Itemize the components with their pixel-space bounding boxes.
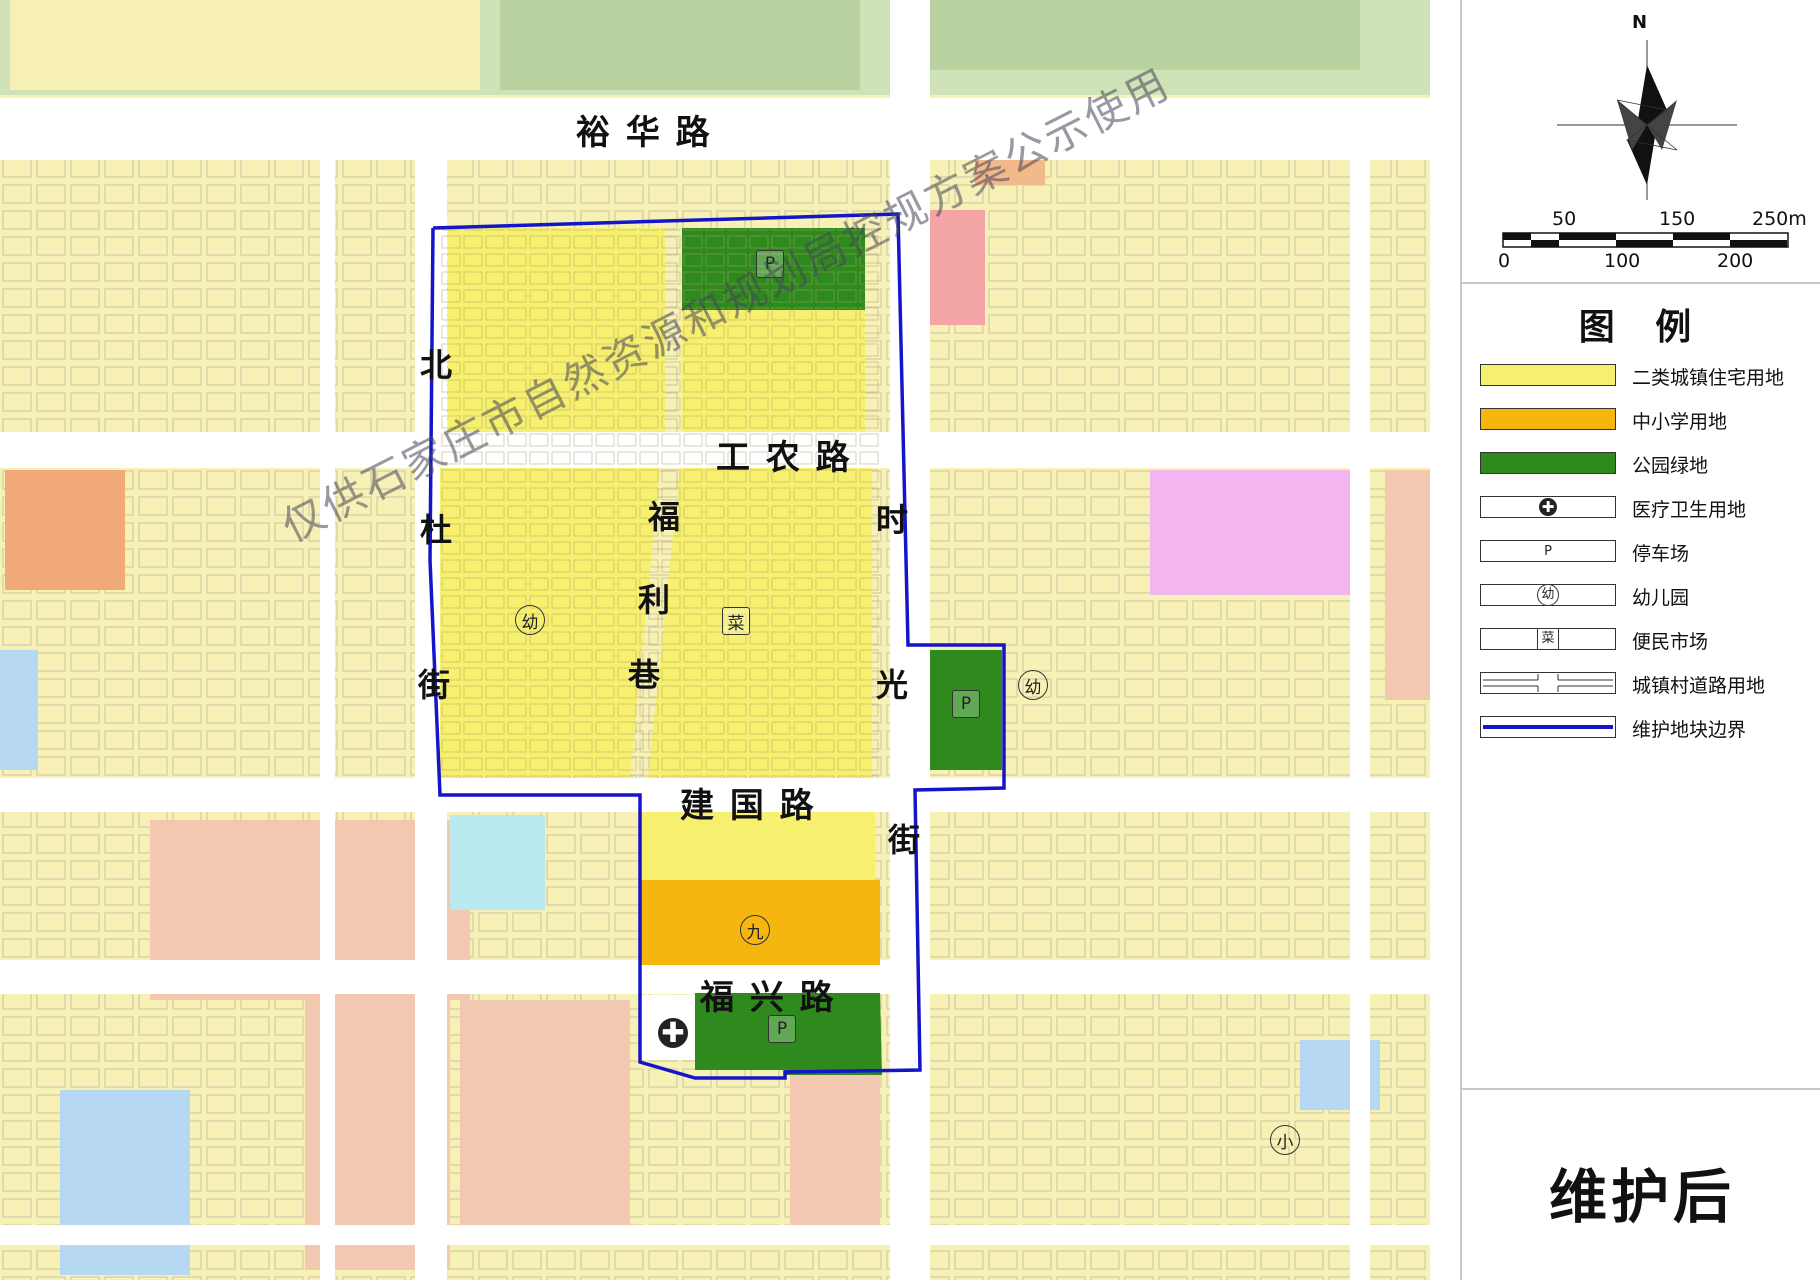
scale-bar xyxy=(1502,232,1789,248)
legend-item-school: 中小学用地 xyxy=(1480,406,1820,434)
road-char-shiguang-2: 光 xyxy=(876,666,909,704)
legend-item-hospital: ✚ 医疗卫生用地 xyxy=(1480,494,1820,522)
kindergarten-marker: 幼 xyxy=(515,605,545,635)
scale-label-0: 0 xyxy=(1498,250,1511,272)
sw-water xyxy=(60,1090,190,1275)
market-marker: 菜 xyxy=(722,607,750,635)
legend-item-road: 城镇村道路用地 xyxy=(1480,670,1820,698)
west-public-parcel xyxy=(5,470,125,590)
primary-school-marker: 小 xyxy=(1270,1125,1300,1155)
scale-label-200: 200 xyxy=(1717,250,1754,272)
legend-item-park: 公园绿地 xyxy=(1480,450,1820,478)
road-char-fuli-3: 巷 xyxy=(628,656,661,694)
panel-divider-bottom xyxy=(1462,1088,1820,1090)
market-legend-icon: 菜 xyxy=(1537,628,1559,650)
scale-label-100: 100 xyxy=(1604,250,1641,272)
kindergarten-marker-east: 幼 xyxy=(1018,670,1048,700)
swatch-hospital: ✚ xyxy=(1480,496,1616,518)
road-char-dubei-2: 杜 xyxy=(420,511,453,549)
legend-label-school: 中小学用地 xyxy=(1632,411,1728,433)
legend-item-kindergarten: 幼 幼儿园 xyxy=(1480,582,1820,610)
north-park xyxy=(500,0,860,90)
west-water xyxy=(0,650,38,770)
kindergarten-legend-icon: 幼 xyxy=(1537,584,1559,606)
road-yuhua xyxy=(0,98,1430,160)
swatch-boundary xyxy=(1480,716,1616,738)
compass-rose-icon xyxy=(1557,40,1737,200)
legend-item-parking: P 停车场 xyxy=(1480,538,1820,566)
legend-label-parking: 停车场 xyxy=(1632,543,1690,565)
parking-marker-east: P xyxy=(952,690,980,718)
legend-panel: N 50 150 250m 0 100 200 图 例 二类城镇住宅用地 中小学… xyxy=(1460,0,1820,1280)
road-label-gongnong: 工 农 路 xyxy=(716,438,852,478)
legend-label-road: 城镇村道路用地 xyxy=(1632,675,1766,697)
road-char-fuli-2: 利 xyxy=(638,581,671,619)
scale-label-250m: 250m xyxy=(1752,208,1807,230)
legend-label-park: 公园绿地 xyxy=(1632,455,1709,477)
swatch-residential xyxy=(1480,364,1616,386)
road-char-dubei-1: 北 xyxy=(420,346,453,384)
road-label-jianguo: 建 国 路 xyxy=(680,786,816,826)
hospital-legend-icon: ✚ xyxy=(1539,498,1557,516)
swatch-park xyxy=(1480,452,1616,474)
legend-title: 图 例 xyxy=(1578,307,1706,348)
road-label-fuxing: 福 兴 路 xyxy=(700,978,836,1018)
legend-label-residential: 二类城镇住宅用地 xyxy=(1632,367,1785,389)
road-south xyxy=(0,1225,1430,1245)
road-legend-icon xyxy=(1483,674,1613,692)
swatch-market: 菜 xyxy=(1480,628,1616,650)
parking-marker-south: P xyxy=(768,1015,796,1043)
legend-label-boundary: 维护地块边界 xyxy=(1632,719,1747,741)
scale-label-50: 50 xyxy=(1552,208,1577,230)
legend-label-hospital: 医疗卫生用地 xyxy=(1632,499,1747,521)
swatch-parking: P xyxy=(1480,540,1616,562)
scale-label-150: 150 xyxy=(1659,208,1696,230)
road-minor-2 xyxy=(1350,160,1370,1280)
nw-block xyxy=(10,0,480,90)
boundary-legend-line xyxy=(1483,725,1613,729)
map-canvas xyxy=(0,0,1430,1280)
legend-label-kindergarten: 幼儿园 xyxy=(1632,587,1690,609)
land-use-map: 裕 华 路 工 农 路 建 国 路 福 兴 路 北 杜 街 福 利 巷 时 光 … xyxy=(0,0,1430,1280)
swatch-school xyxy=(1480,408,1616,430)
road-label-yuhua: 裕 华 路 xyxy=(576,113,712,153)
east-public-parcel xyxy=(1385,470,1430,700)
road-char-fuli-1: 福 xyxy=(648,498,681,536)
panel-divider-top xyxy=(1462,282,1820,284)
school-marker: 九 xyxy=(740,915,770,945)
road-char-dubei-3: 街 xyxy=(418,666,451,704)
water-parcel xyxy=(450,815,545,910)
swatch-road xyxy=(1480,672,1616,694)
legend-item-residential: 二类城镇住宅用地 xyxy=(1480,362,1820,390)
status-label: 维护后 xyxy=(1548,1163,1735,1231)
legend-label-market: 便民市场 xyxy=(1632,631,1709,653)
hospital-icon: ✚ xyxy=(658,1018,688,1048)
compass-north-label: N xyxy=(1632,12,1648,33)
road-char-shiguang-3: 街 xyxy=(888,821,921,859)
legend-item-market: 菜 便民市场 xyxy=(1480,626,1820,654)
admin-parcel xyxy=(1150,470,1360,595)
swatch-kindergarten: 幼 xyxy=(1480,584,1616,606)
road-char-shiguang-1: 时 xyxy=(876,501,909,539)
legend-item-boundary: 维护地块边界 xyxy=(1480,714,1820,742)
road-minor-1 xyxy=(320,160,335,1280)
south-public-parcel xyxy=(460,1000,630,1230)
